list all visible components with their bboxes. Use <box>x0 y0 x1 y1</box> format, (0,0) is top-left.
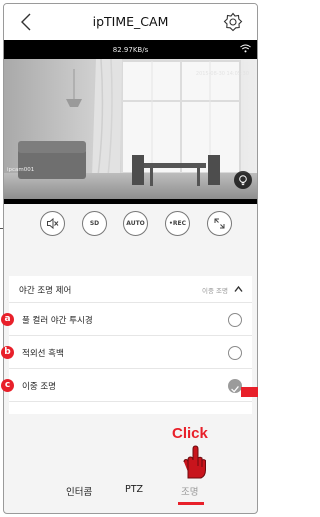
bulb-icon <box>239 175 247 186</box>
chevron-up-icon[interactable] <box>234 285 243 293</box>
pointer-marker <box>241 387 258 397</box>
option-full-color[interactable]: a 풀 컬러 야간 투시경 <box>1 303 252 336</box>
radio-button[interactable] <box>228 346 242 360</box>
phone-frame: ipTIME_CAM 82.97KB/s 2015-08-30 14:05:30… <box>3 3 258 514</box>
speaker-mute-icon <box>47 217 59 230</box>
camera-label: ipcam001 <box>7 167 35 173</box>
check-icon <box>231 386 239 393</box>
option-label: 풀 컬러 야간 투시경 <box>22 316 93 326</box>
sd-button[interactable]: SD <box>82 211 107 236</box>
camera-image <box>4 59 257 199</box>
tab-active-indicator <box>178 502 204 505</box>
option-a-badge: a <box>1 313 14 326</box>
camera-timestamp: 2015-08-30 14:05:30 <box>195 71 249 77</box>
divider <box>0 228 3 229</box>
radio-button[interactable] <box>228 313 242 327</box>
option-infrared[interactable]: b 적외선 흑백 <box>1 336 252 369</box>
tab-ptz[interactable]: PTZ <box>125 484 143 495</box>
option-dual-light[interactable]: c 이중 조명 <box>1 369 252 402</box>
playback-controls: SD AUTO •REC <box>4 204 257 246</box>
page-title: ipTIME_CAM <box>92 14 169 29</box>
option-label: 이중 조명 <box>22 382 56 392</box>
night-light-label: 야간 조명 제어 <box>19 286 72 296</box>
fullscreen-button[interactable] <box>207 211 232 236</box>
radio-button-selected[interactable] <box>228 379 242 393</box>
tab-lighting[interactable]: 조명 <box>181 484 198 498</box>
bitrate-readout: 82.97KB/s <box>112 46 149 54</box>
video-feed[interactable]: 82.97KB/s 2015-08-30 14:05:30 ipcam001 <box>4 40 257 204</box>
top-bar: ipTIME_CAM <box>4 4 257 40</box>
night-light-current-value: 이중 조명 <box>202 287 228 295</box>
auto-button[interactable]: AUTO <box>123 211 148 236</box>
night-light-header[interactable]: 야간 조명 제어 이중 조명 <box>9 276 252 303</box>
night-light-panel: 야간 조명 제어 이중 조명 a 풀 컬러 야간 투시경 b 적외선 흑백 c … <box>1 276 252 414</box>
tab-intercom[interactable]: 인터콤 <box>66 484 92 498</box>
gear-icon[interactable] <box>223 12 243 32</box>
option-label: 적외선 흑백 <box>22 349 64 359</box>
record-button[interactable]: •REC <box>165 211 190 236</box>
pointing-hand-icon <box>183 445 206 479</box>
wifi-icon <box>240 44 251 53</box>
click-annotation: Click <box>172 425 208 442</box>
rotate-button[interactable] <box>234 171 252 189</box>
expand-icon <box>214 218 225 229</box>
option-b-badge: b <box>1 346 14 359</box>
option-c-badge: c <box>1 379 14 392</box>
mute-button[interactable] <box>40 211 65 236</box>
